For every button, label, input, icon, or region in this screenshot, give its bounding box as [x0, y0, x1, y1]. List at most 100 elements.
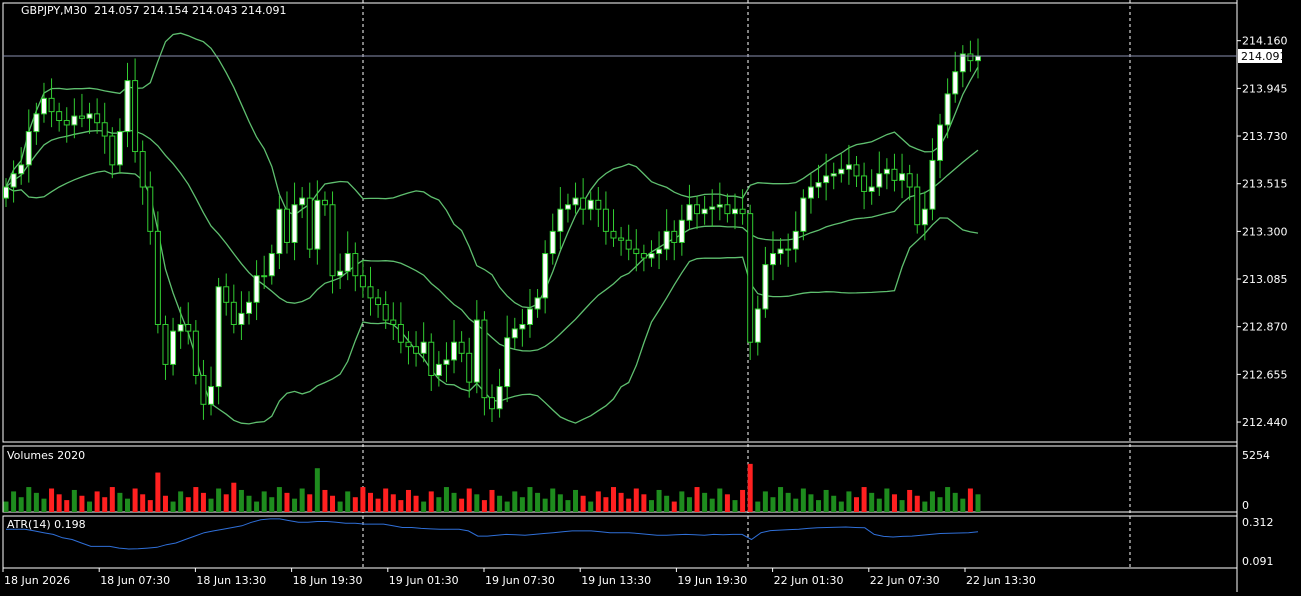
candle-body — [496, 386, 503, 410]
candle-body — [602, 208, 609, 232]
candle-body — [458, 341, 465, 354]
candle-body — [671, 230, 678, 243]
volume-bar — [884, 488, 890, 512]
volume-bar — [899, 500, 905, 512]
candle-body — [451, 341, 458, 361]
volume-bar — [246, 495, 252, 512]
candle-body — [762, 264, 769, 310]
candle-body — [526, 308, 533, 325]
candle-body — [40, 97, 47, 115]
volume-bar — [907, 489, 913, 512]
candle-body — [116, 131, 123, 166]
candle-body — [276, 208, 283, 255]
volume-bar — [117, 492, 123, 512]
candle-body — [223, 286, 230, 303]
chart-window[interactable]: 214.160 213.945 213.730 213.515 213.300 213.0… — [0, 0, 1301, 592]
candle-body — [959, 53, 966, 73]
atr-pane-frame — [2, 515, 1238, 569]
volume-bar — [557, 494, 563, 512]
volume-bar — [527, 487, 533, 512]
candle-body — [937, 124, 944, 161]
volume-bar — [185, 497, 191, 512]
volume-bar — [193, 487, 199, 512]
volume-bar — [261, 491, 267, 512]
volume-bar — [891, 494, 897, 512]
volume-bar — [854, 497, 859, 512]
candle-body — [428, 341, 435, 376]
volume-bar — [823, 489, 829, 512]
volume-bar — [626, 498, 632, 512]
volume-bar — [922, 501, 928, 512]
volume-bar — [770, 497, 776, 512]
candle-body — [807, 186, 814, 199]
candle-body — [314, 199, 321, 250]
candle-body — [154, 230, 161, 325]
volume-bar — [49, 488, 55, 512]
candle-body — [25, 131, 32, 166]
volume-bar — [87, 501, 93, 512]
volume-bar — [535, 492, 541, 512]
time-tick-label: 22 Jun 07:30 — [870, 574, 940, 587]
volume-pane-title: Volumes 2020 — [7, 449, 86, 462]
candle-body — [564, 204, 571, 210]
volume-bar — [648, 500, 654, 512]
volume-bar — [26, 487, 32, 512]
bollinger-middle — [5, 129, 979, 352]
price-tick-label: 213.515 — [1242, 178, 1288, 191]
candle-body — [633, 248, 640, 255]
symbol-title: GBPJPY,M30 214.057 214.154 214.043 214.0… — [21, 4, 287, 17]
candle-body — [785, 248, 792, 251]
atr-line — [6, 518, 979, 550]
candle-body — [542, 253, 549, 299]
candle-body — [101, 122, 108, 137]
candle-body — [876, 173, 883, 188]
volume-bar — [56, 494, 62, 512]
candle-body — [443, 359, 450, 365]
price-tick-label: 213.730 — [1242, 130, 1288, 143]
volume-bar — [861, 487, 867, 512]
volume-bar — [724, 494, 730, 512]
volume-bar — [793, 498, 799, 512]
chart-canvas[interactable]: 214.160 213.945 213.730 213.515 213.300 213.0… — [0, 0, 1301, 592]
candle-body — [147, 186, 154, 232]
candle-body — [899, 173, 906, 181]
candle-body — [952, 71, 959, 95]
volume-bar — [550, 488, 556, 512]
candle-body — [648, 253, 655, 259]
volume-bar — [686, 497, 692, 512]
volume-bar — [618, 492, 624, 512]
price-tick-label: 213.945 — [1242, 82, 1288, 95]
volume-bar — [747, 463, 753, 512]
candle-body — [78, 115, 85, 119]
candle-body — [906, 173, 913, 188]
volume-bar — [3, 501, 9, 512]
volume-bar — [831, 495, 837, 512]
volume-bar — [816, 500, 822, 512]
candle-body — [192, 330, 199, 376]
candle-body — [56, 111, 63, 122]
candle-body — [595, 199, 602, 210]
volume-bar — [603, 497, 609, 512]
volume-bar — [276, 487, 282, 512]
time-tick-label: 19 Jun 07:30 — [485, 574, 555, 587]
volume-bar — [481, 500, 487, 512]
volume-bar — [937, 497, 943, 512]
candle-body — [397, 323, 404, 343]
volume-bar — [314, 468, 320, 512]
price-tick-label: 212.440 — [1242, 416, 1288, 429]
candle-body — [299, 197, 306, 206]
candle-body — [739, 208, 746, 215]
ohlc-readout: 214.057 214.154 214.043 214.091 — [94, 4, 287, 17]
candle-body — [321, 199, 328, 206]
volume-bar — [929, 491, 935, 512]
candle-body — [618, 237, 625, 241]
candle-body — [800, 197, 807, 232]
candle-body — [3, 186, 9, 199]
candle-body — [845, 164, 852, 170]
volume-bar — [451, 492, 457, 512]
volume-bar — [542, 498, 548, 512]
volume-bar — [337, 501, 343, 512]
candle-body — [511, 328, 518, 339]
candle-body — [724, 204, 731, 215]
volume-bar — [595, 491, 601, 512]
